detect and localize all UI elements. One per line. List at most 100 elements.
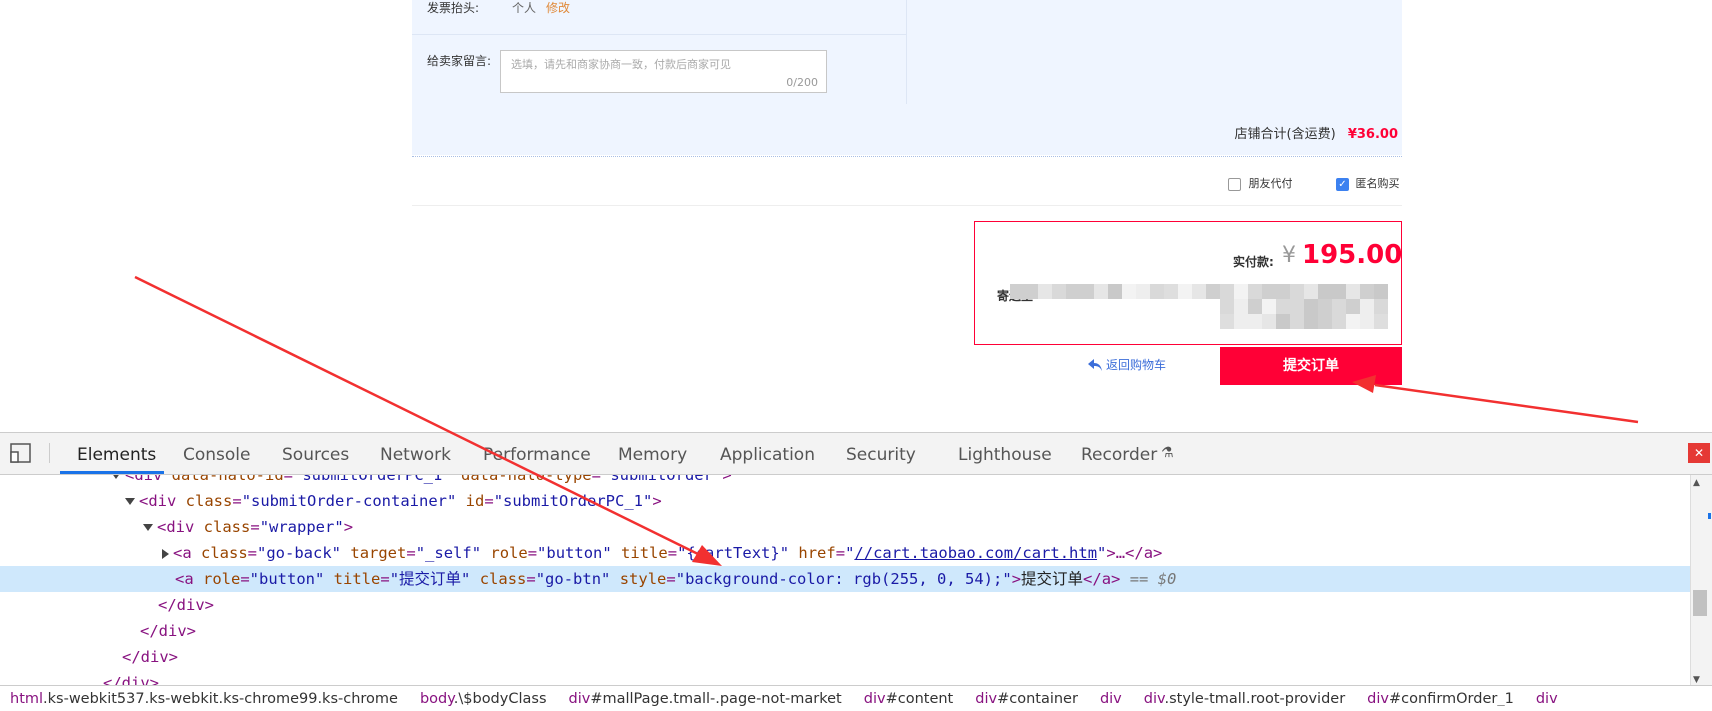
dom-node-line[interactable]: </div> [0,592,1690,618]
breadcrumb-item[interactable]: body.\$bodyClass [420,686,547,706]
mosaic-tile [1332,284,1346,299]
mosaic-tile [1192,284,1206,299]
mosaic-tile [1360,284,1374,299]
device-toolbar-icon[interactable] [10,443,31,463]
mosaic-tile [1360,299,1374,314]
scroll-down-icon[interactable]: ▼ [1693,675,1700,685]
seller-message-input[interactable] [511,56,821,78]
dom-node-line[interactable]: <a class="go-back" target="_self" role="… [0,540,1690,566]
mosaic-tile [1024,284,1038,299]
breadcrumb-tag: html [10,691,44,706]
active-tab-indicator [60,471,164,474]
breadcrumb-item[interactable]: html.ks-webkit537.ks-webkit.ks-chrome99.… [10,686,398,706]
mosaic-tile [1332,299,1346,314]
mosaic-tile [1318,284,1332,299]
mosaic-tile [1374,314,1388,329]
elements-dom-tree[interactable]: <div data-halo-id="submitOrderPC_1" data… [0,475,1690,690]
mosaic-tile [1374,284,1388,299]
mosaic-tile [1374,299,1388,314]
breadcrumb-item[interactable]: div [1100,686,1122,706]
mosaic-tile [1164,284,1178,299]
friend-pay-option[interactable]: 朋友代付 [1228,175,1293,191]
shop-total-label: 店铺合计(含运费) [1234,127,1336,142]
invoice-edit-link[interactable]: 修改 [546,0,570,16]
breadcrumb-selector: #container [997,691,1078,706]
invoice-title-value: 个人 [512,1,537,15]
mosaic-tile [1262,299,1276,314]
tab-recorder[interactable]: Recorder [1081,445,1157,465]
tab-lighthouse[interactable]: Lighthouse [958,445,1052,465]
mosaic-tile [1304,299,1318,314]
dom-node-line[interactable]: <div class="wrapper"> [0,514,1690,540]
pay-amount-label: 实付款: [1233,255,1274,269]
tab-elements[interactable]: Elements [77,445,156,465]
mosaic-tile [1234,314,1248,329]
anonymous-checkbox[interactable]: ✓ [1336,177,1349,191]
anonymous-option[interactable]: ✓ 匿名购买 [1336,175,1400,191]
dom-node-line[interactable]: </div> [0,644,1690,670]
breadcrumb-tag: div [1143,691,1165,706]
tab-application[interactable]: Application [720,445,815,465]
mosaic-tile [1220,299,1234,314]
breadcrumb-tag: body [419,691,454,706]
breadcrumb-item[interactable]: div#mallPage.tmall-.page-not-market [569,686,842,706]
mosaic-tile [1276,284,1290,299]
mosaic-tile [1276,314,1290,329]
breadcrumb-tag: div [1367,691,1389,706]
toolbar-divider [49,443,50,463]
friend-pay-label: 朋友代付 [1248,177,1293,190]
message-char-count: 0/200 [786,76,818,89]
dom-node-line[interactable]: </div> [0,618,1690,644]
flask-icon: ⚗ [1161,445,1174,461]
mosaic-tile [1318,299,1332,314]
mosaic-tile [1094,284,1108,299]
selection-marker [1708,513,1711,519]
mosaic-tile [1276,299,1290,314]
mosaic-tile [1206,284,1220,299]
mosaic-tile [1220,314,1234,329]
mosaic-tile [1066,284,1080,299]
breadcrumb-item[interactable]: div#container [975,686,1078,706]
submit-order-button[interactable]: 提交订单 [1220,347,1402,385]
dom-tree-scrollbar[interactable] [1690,475,1712,690]
tab-sources[interactable]: Sources [282,445,349,465]
back-to-cart-link[interactable]: 返回购物车 [1088,356,1166,373]
dom-node-line[interactable]: <div data-halo-id="submitOrderPC_1" data… [0,475,1690,488]
tab-console[interactable]: Console [183,445,251,465]
mosaic-tile [1262,284,1276,299]
mosaic-tile [1220,284,1234,299]
tab-performance[interactable]: Performance [483,445,591,465]
divider [412,205,1402,206]
mosaic-tile [1234,299,1248,314]
breadcrumb-tag: div [975,691,998,706]
breadcrumb-item[interactable]: div [1536,686,1558,706]
scrollbar-thumb[interactable] [1693,590,1707,616]
breadcrumb-item[interactable]: div#content [864,686,954,706]
tab-memory[interactable]: Memory [618,445,687,465]
breadcrumb-selector: #mallPage.tmall-.page-not-market [590,691,842,706]
redacted-address-mosaic [1010,284,1400,330]
friend-pay-checkbox[interactable] [1228,177,1241,191]
return-arrow-icon [1088,359,1102,371]
close-devtools-icon[interactable]: ✕ [1688,443,1710,463]
breadcrumb-selector: .style-tmall.root-provider [1164,691,1346,706]
scroll-up-icon[interactable]: ▲ [1693,478,1700,488]
mosaic-tile [1304,314,1318,329]
breadcrumb-item[interactable]: div.style-tmall.root-provider [1144,686,1345,706]
breadcrumb-item[interactable]: div#confirmOrder_1 [1367,686,1514,706]
dom-node-line-selected[interactable]: <a role="button" title="提交订单" class="go-… [0,566,1690,592]
tab-network[interactable]: Network [380,445,451,465]
tab-security[interactable]: Security [846,445,916,465]
seller-message-box: 0/200 [500,50,827,93]
mosaic-tile [1010,284,1024,299]
mosaic-tile [1234,284,1248,299]
mosaic-tile [1052,284,1066,299]
breadcrumb-tag: div [1535,691,1558,706]
pay-currency-symbol: ¥ [1282,243,1296,268]
cart-href-link[interactable]: //cart.taobao.com/cart.htm [854,544,1097,562]
mosaic-tile [1360,314,1374,329]
breadcrumb-selector: .\$bodyClass [453,691,547,706]
dom-node-line[interactable]: <div class="submitOrder-container" id="s… [0,488,1690,514]
mosaic-tile [1290,314,1304,329]
divider [412,156,1402,157]
